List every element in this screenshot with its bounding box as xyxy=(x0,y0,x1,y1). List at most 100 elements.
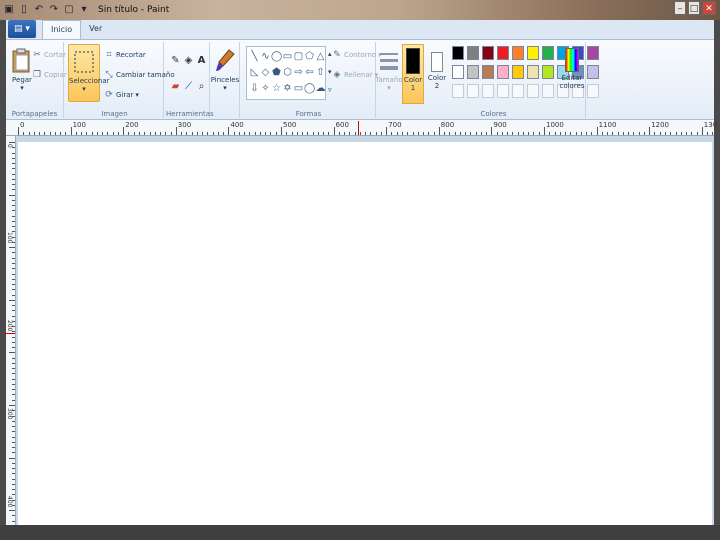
ruler-tick xyxy=(123,127,125,135)
maximize-button[interactable]: □ xyxy=(688,1,700,15)
palette-color-swatch[interactable] xyxy=(482,46,494,60)
right-triangle-shape-icon[interactable]: ◺ xyxy=(249,65,260,81)
palette-custom-slot[interactable] xyxy=(512,84,524,98)
palette-color-swatch[interactable] xyxy=(512,46,524,60)
line-shape-icon[interactable]: ╲ xyxy=(249,49,260,65)
tab-inicio[interactable]: Inicio xyxy=(42,20,82,39)
callout-shape-icon[interactable]: ▭ xyxy=(293,81,304,97)
palette-color-swatch[interactable] xyxy=(467,65,479,79)
new-file-icon[interactable]: ▢ xyxy=(63,4,75,16)
up-arrow-shape-icon[interactable]: ⇧ xyxy=(315,65,326,81)
crop-button[interactable]: ⌗ Recortar xyxy=(104,48,145,62)
ruler-tick xyxy=(401,132,403,135)
tab-ver[interactable]: Ver xyxy=(81,20,110,39)
ruler-tick xyxy=(160,132,162,135)
five-point-star-shape-icon[interactable]: ☆ xyxy=(271,81,282,97)
palette-color-swatch[interactable] xyxy=(542,65,554,79)
image-group: Seleccionar ▾ ⌗ Recortar ⤡ Cambiar tamañ… xyxy=(66,42,175,118)
redo-icon[interactable]: ↷ xyxy=(48,4,60,16)
ruler-tick xyxy=(212,132,214,135)
rotate-button[interactable]: ⟳ Girar ▾ xyxy=(104,88,139,102)
drawing-canvas[interactable] xyxy=(18,142,712,525)
pentagon-shape-icon[interactable]: ⬟ xyxy=(271,65,282,81)
right-arrow-shape-icon[interactable]: ⇨ xyxy=(293,65,304,81)
paste-label: Pegar xyxy=(12,76,32,84)
size-dropdown-icon: ▾ xyxy=(387,84,391,92)
rounded-rectangle-shape-icon[interactable]: ▢ xyxy=(293,49,304,65)
palette-custom-slot[interactable] xyxy=(467,84,479,98)
palette-custom-slot[interactable] xyxy=(527,84,539,98)
minimize-button[interactable]: – xyxy=(674,1,686,15)
oval-callout-shape-icon[interactable]: ◯ xyxy=(304,81,315,97)
palette-color-swatch[interactable] xyxy=(452,46,464,60)
palette-custom-slot[interactable] xyxy=(542,84,554,98)
ruler-tick xyxy=(354,132,356,135)
quick-access-dropdown-icon[interactable]: ▾ xyxy=(78,4,90,16)
ruler-tick xyxy=(507,132,509,135)
ruler-tick xyxy=(12,178,15,180)
eraser-icon[interactable]: ▰ xyxy=(169,80,182,93)
ruler-tick xyxy=(12,426,15,428)
shapes-scroll-down-icon[interactable]: ▾ xyxy=(328,68,332,76)
close-button[interactable]: ✕ xyxy=(702,1,716,15)
left-arrow-shape-icon[interactable]: ⇦ xyxy=(304,65,315,81)
ribbon-tab-bar: ▤ ▾ Inicio Ver xyxy=(6,20,714,40)
ruler-tick xyxy=(44,132,46,135)
shapes-expand-icon[interactable]: ▿ xyxy=(328,86,332,94)
clipboard-group: Pegar ▾ ✂ Cortar ❐ Copiar Portapapeles xyxy=(6,42,67,118)
palette-color-swatch[interactable] xyxy=(452,65,464,79)
palette-color-swatch[interactable] xyxy=(512,65,524,79)
curve-shape-icon[interactable]: ∿ xyxy=(260,49,271,65)
palette-custom-slot[interactable] xyxy=(587,84,599,98)
selection-rectangle-icon xyxy=(74,51,94,73)
shapes-gallery[interactable]: ╲ ∿ ◯ ▭ ▢ ⬠ △ ◺ ◇ ⬟ ⬡ ⇨ ⇦ ⇧ ⇩ ✧ ☆ ✡ ▭ ◯ … xyxy=(246,46,326,100)
color1-button[interactable]: Color 1 xyxy=(402,44,424,104)
save-icon[interactable]: ▯ xyxy=(18,4,30,16)
pencil-icon[interactable]: ✎ xyxy=(169,54,182,67)
cloud-callout-shape-icon[interactable]: ☁ xyxy=(315,81,326,97)
paint-app-icon[interactable]: ▣ xyxy=(3,4,15,16)
ruler-tick xyxy=(370,132,372,135)
palette-color-swatch[interactable] xyxy=(497,46,509,60)
six-point-star-shape-icon[interactable]: ✡ xyxy=(282,81,293,97)
text-tool-icon[interactable]: A xyxy=(195,54,208,67)
ruler-tick xyxy=(12,252,15,254)
palette-color-swatch[interactable] xyxy=(467,46,479,60)
file-menu-button[interactable]: ▤ ▾ xyxy=(8,20,36,38)
fill-icon: ◈ xyxy=(333,70,341,80)
palette-color-swatch[interactable] xyxy=(587,65,599,79)
fill-bucket-icon[interactable]: ◈ xyxy=(182,54,195,67)
vertical-ruler: 0 100 200 300 400 xyxy=(5,136,16,533)
palette-custom-slot[interactable] xyxy=(452,84,464,98)
palette-custom-slot[interactable] xyxy=(497,84,509,98)
four-point-star-shape-icon[interactable]: ✧ xyxy=(260,81,271,97)
palette-color-swatch[interactable] xyxy=(527,65,539,79)
polygon-shape-icon[interactable]: ⬠ xyxy=(304,49,315,65)
palette-color-swatch[interactable] xyxy=(497,65,509,79)
copy-button[interactable]: ❐ Copiar xyxy=(32,68,67,82)
magnifier-icon[interactable]: ⌕ xyxy=(195,80,208,93)
select-button[interactable]: Seleccionar ▾ xyxy=(68,44,110,102)
down-arrow-shape-icon[interactable]: ⇩ xyxy=(249,81,260,97)
color2-button[interactable]: Color 2 xyxy=(426,44,448,104)
fill-button[interactable]: ◈ Rellenar ▾ xyxy=(332,68,379,82)
palette-color-swatch[interactable] xyxy=(482,65,494,79)
palette-color-swatch[interactable] xyxy=(587,46,599,60)
palette-color-swatch[interactable] xyxy=(542,46,554,60)
oval-shape-icon[interactable]: ◯ xyxy=(271,49,282,65)
resize-button[interactable]: ⤡ Cambiar tamaño xyxy=(104,68,174,82)
cut-button[interactable]: ✂ Cortar xyxy=(32,48,66,62)
edit-colors-button[interactable]: Editar colores xyxy=(558,44,586,102)
ruler-tick xyxy=(12,231,15,233)
brushes-button[interactable]: Pinceles ▾ xyxy=(210,44,240,102)
rectangle-shape-icon[interactable]: ▭ xyxy=(282,49,293,65)
palette-color-swatch[interactable] xyxy=(527,46,539,60)
undo-icon[interactable]: ↶ xyxy=(33,4,45,16)
shapes-scroll-up-icon[interactable]: ▴ xyxy=(328,50,332,58)
diamond-shape-icon[interactable]: ◇ xyxy=(260,65,271,81)
size-button[interactable]: Tamaño ▾ xyxy=(374,44,404,102)
color-picker-icon[interactable]: ⟋ xyxy=(182,80,195,93)
palette-custom-slot[interactable] xyxy=(482,84,494,98)
hexagon-shape-icon[interactable]: ⬡ xyxy=(282,65,293,81)
triangle-shape-icon[interactable]: △ xyxy=(315,49,326,65)
